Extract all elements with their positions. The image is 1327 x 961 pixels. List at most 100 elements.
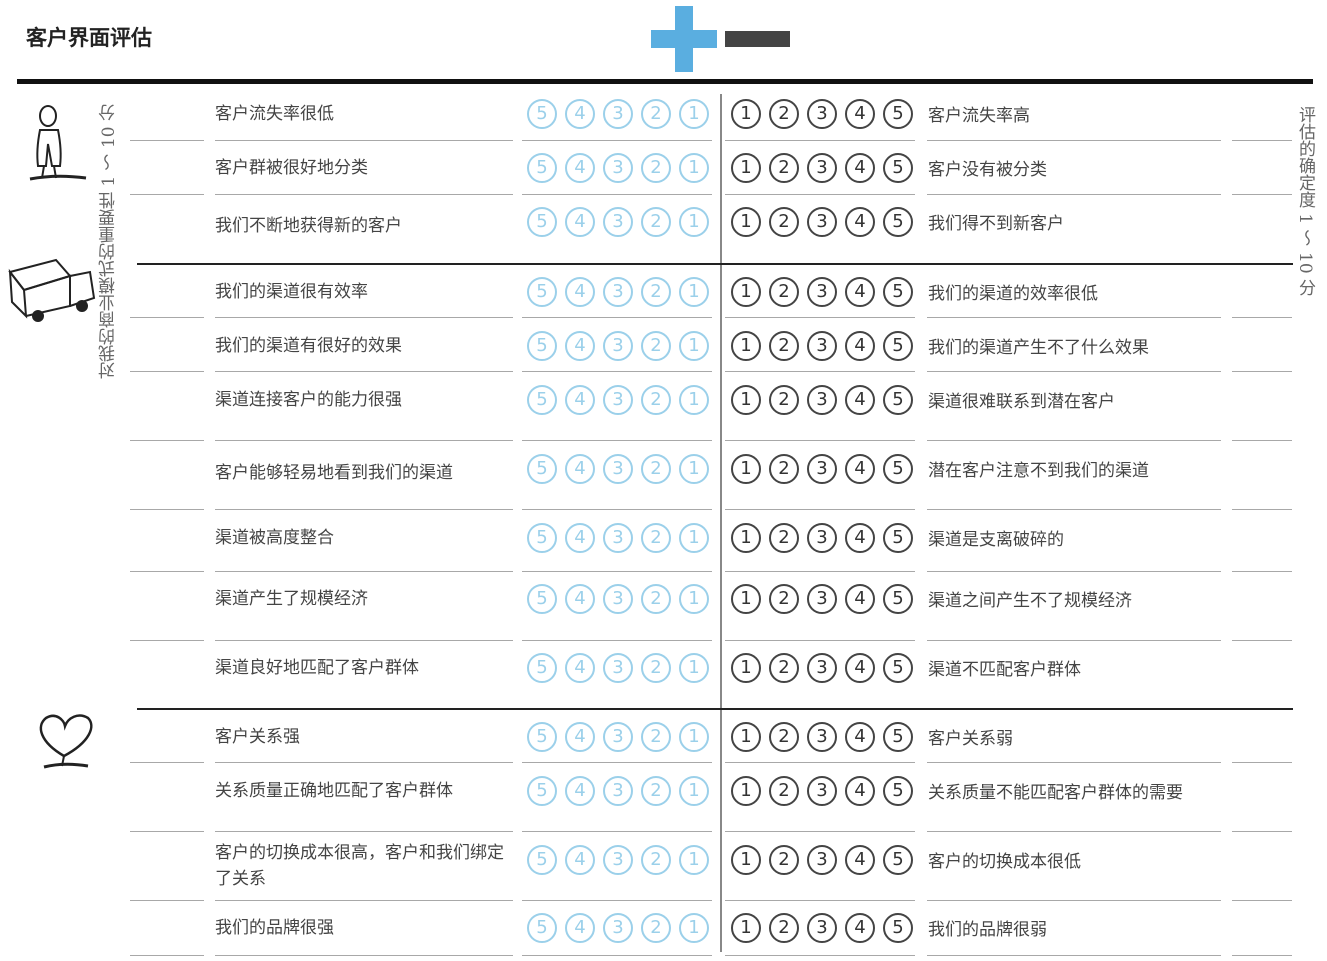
positive-score-1-option[interactable]: 1: [679, 277, 709, 307]
positive-score-1-option[interactable]: 1: [679, 523, 709, 553]
negative-score-5-option[interactable]: 5: [883, 845, 913, 875]
positive-score-1-option[interactable]: 1: [679, 776, 709, 806]
positive-score-4-option[interactable]: 4: [565, 277, 595, 307]
negative-score-5-option[interactable]: 5: [883, 584, 913, 614]
negative-score-5-option[interactable]: 5: [883, 523, 913, 553]
negative-score-3-option[interactable]: 3: [807, 913, 837, 943]
positive-score-4-option[interactable]: 4: [565, 584, 595, 614]
negative-score-1-option[interactable]: 1: [731, 385, 761, 415]
negative-score-4-option[interactable]: 4: [845, 454, 875, 484]
negative-score-4-option[interactable]: 4: [845, 845, 875, 875]
positive-score-4-option[interactable]: 4: [565, 653, 595, 683]
negative-score-4-option[interactable]: 4: [845, 722, 875, 752]
positive-score-2-option[interactable]: 2: [641, 584, 671, 614]
negative-score-2-option[interactable]: 2: [769, 331, 799, 361]
negative-score-3-option[interactable]: 3: [807, 722, 837, 752]
negative-score-1-option[interactable]: 1: [731, 277, 761, 307]
positive-score-1-option[interactable]: 1: [679, 913, 709, 943]
negative-score-3-option[interactable]: 3: [807, 99, 837, 129]
positive-score-5-option[interactable]: 5: [527, 584, 557, 614]
positive-score-1-option[interactable]: 1: [679, 653, 709, 683]
positive-score-5-option[interactable]: 5: [527, 845, 557, 875]
positive-score-4-option[interactable]: 4: [565, 207, 595, 237]
positive-score-5-option[interactable]: 5: [527, 385, 557, 415]
negative-score-3-option[interactable]: 3: [807, 776, 837, 806]
negative-score-4-option[interactable]: 4: [845, 207, 875, 237]
positive-score-5-option[interactable]: 5: [527, 454, 557, 484]
negative-score-2-option[interactable]: 2: [769, 207, 799, 237]
negative-score-3-option[interactable]: 3: [807, 207, 837, 237]
negative-score-5-option[interactable]: 5: [883, 454, 913, 484]
positive-score-4-option[interactable]: 4: [565, 153, 595, 183]
negative-score-3-option[interactable]: 3: [807, 653, 837, 683]
negative-score-1-option[interactable]: 1: [731, 845, 761, 875]
positive-score-5-option[interactable]: 5: [527, 153, 557, 183]
positive-score-5-option[interactable]: 5: [527, 913, 557, 943]
positive-score-1-option[interactable]: 1: [679, 385, 709, 415]
positive-score-1-option[interactable]: 1: [679, 153, 709, 183]
positive-score-5-option[interactable]: 5: [527, 653, 557, 683]
positive-score-3-option[interactable]: 3: [603, 722, 633, 752]
negative-score-5-option[interactable]: 5: [883, 331, 913, 361]
negative-score-4-option[interactable]: 4: [845, 913, 875, 943]
positive-score-3-option[interactable]: 3: [603, 153, 633, 183]
negative-score-2-option[interactable]: 2: [769, 523, 799, 553]
negative-score-2-option[interactable]: 2: [769, 845, 799, 875]
positive-score-5-option[interactable]: 5: [527, 331, 557, 361]
positive-score-1-option[interactable]: 1: [679, 722, 709, 752]
negative-score-4-option[interactable]: 4: [845, 584, 875, 614]
negative-score-5-option[interactable]: 5: [883, 99, 913, 129]
negative-score-4-option[interactable]: 4: [845, 653, 875, 683]
negative-score-2-option[interactable]: 2: [769, 584, 799, 614]
positive-score-2-option[interactable]: 2: [641, 331, 671, 361]
negative-score-4-option[interactable]: 4: [845, 385, 875, 415]
negative-score-1-option[interactable]: 1: [731, 913, 761, 943]
negative-score-3-option[interactable]: 3: [807, 454, 837, 484]
positive-score-1-option[interactable]: 1: [679, 584, 709, 614]
positive-score-1-option[interactable]: 1: [679, 331, 709, 361]
positive-score-1-option[interactable]: 1: [679, 845, 709, 875]
negative-score-5-option[interactable]: 5: [883, 913, 913, 943]
negative-score-4-option[interactable]: 4: [845, 331, 875, 361]
positive-score-3-option[interactable]: 3: [603, 523, 633, 553]
negative-score-5-option[interactable]: 5: [883, 277, 913, 307]
positive-score-5-option[interactable]: 5: [527, 722, 557, 752]
negative-score-4-option[interactable]: 4: [845, 277, 875, 307]
negative-score-2-option[interactable]: 2: [769, 385, 799, 415]
negative-score-2-option[interactable]: 2: [769, 153, 799, 183]
negative-score-3-option[interactable]: 3: [807, 845, 837, 875]
negative-score-1-option[interactable]: 1: [731, 523, 761, 553]
negative-score-2-option[interactable]: 2: [769, 776, 799, 806]
positive-score-5-option[interactable]: 5: [527, 207, 557, 237]
positive-score-2-option[interactable]: 2: [641, 845, 671, 875]
positive-score-4-option[interactable]: 4: [565, 913, 595, 943]
negative-score-1-option[interactable]: 1: [731, 776, 761, 806]
negative-score-3-option[interactable]: 3: [807, 385, 837, 415]
negative-score-4-option[interactable]: 4: [845, 99, 875, 129]
positive-score-2-option[interactable]: 2: [641, 277, 671, 307]
positive-score-3-option[interactable]: 3: [603, 331, 633, 361]
positive-score-4-option[interactable]: 4: [565, 331, 595, 361]
negative-score-3-option[interactable]: 3: [807, 331, 837, 361]
negative-score-1-option[interactable]: 1: [731, 584, 761, 614]
positive-score-2-option[interactable]: 2: [641, 722, 671, 752]
positive-score-1-option[interactable]: 1: [679, 207, 709, 237]
negative-score-5-option[interactable]: 5: [883, 653, 913, 683]
positive-score-2-option[interactable]: 2: [641, 454, 671, 484]
negative-score-5-option[interactable]: 5: [883, 207, 913, 237]
negative-score-2-option[interactable]: 2: [769, 99, 799, 129]
positive-score-4-option[interactable]: 4: [565, 454, 595, 484]
negative-score-2-option[interactable]: 2: [769, 722, 799, 752]
positive-score-2-option[interactable]: 2: [641, 913, 671, 943]
negative-score-3-option[interactable]: 3: [807, 153, 837, 183]
positive-score-3-option[interactable]: 3: [603, 99, 633, 129]
positive-score-3-option[interactable]: 3: [603, 653, 633, 683]
positive-score-5-option[interactable]: 5: [527, 523, 557, 553]
positive-score-4-option[interactable]: 4: [565, 99, 595, 129]
positive-score-3-option[interactable]: 3: [603, 207, 633, 237]
negative-score-1-option[interactable]: 1: [731, 722, 761, 752]
positive-score-1-option[interactable]: 1: [679, 99, 709, 129]
negative-score-3-option[interactable]: 3: [807, 584, 837, 614]
positive-score-2-option[interactable]: 2: [641, 653, 671, 683]
negative-score-4-option[interactable]: 4: [845, 153, 875, 183]
